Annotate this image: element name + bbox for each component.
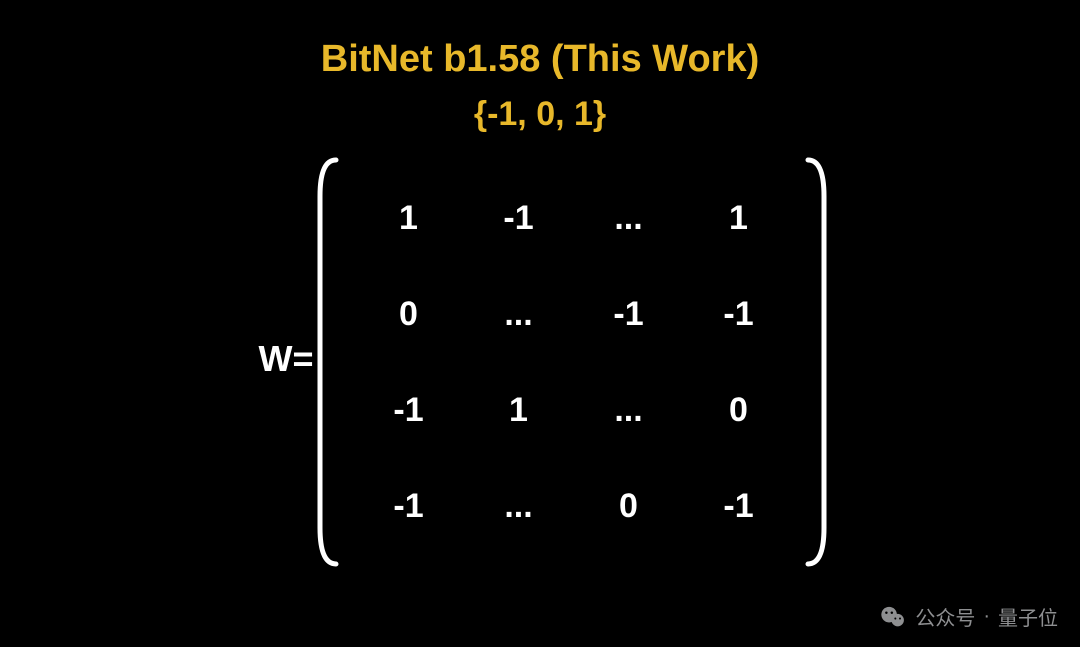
matrix-cell: -1 xyxy=(354,362,464,458)
watermark: 公众号 · 量子位 xyxy=(879,602,1058,631)
matrix-cell: 0 xyxy=(684,362,794,458)
matrix-grid: 1 -1 ... 1 0 ... -1 -1 -1 1 ... 0 -1 ...… xyxy=(322,156,822,568)
matrix-cell: ... xyxy=(464,458,574,554)
left-bracket-icon xyxy=(314,156,340,568)
slide-title: BitNet b1.58 (This Work) xyxy=(321,38,759,81)
matrix-equation: W= 1 -1 ... 1 0 ... -1 -1 -1 1 ... 0 -1 xyxy=(258,156,821,568)
matrix-cell: ... xyxy=(574,170,684,266)
matrix-cell: -1 xyxy=(684,266,794,362)
matrix-container: 1 -1 ... 1 0 ... -1 -1 -1 1 ... 0 -1 ...… xyxy=(322,156,822,568)
matrix-cell: -1 xyxy=(354,458,464,554)
matrix-variable-label: W= xyxy=(258,338,313,380)
watermark-name: 量子位 xyxy=(998,602,1058,631)
matrix-cell: -1 xyxy=(574,266,684,362)
right-bracket-icon xyxy=(804,156,830,568)
matrix-cell: ... xyxy=(574,362,684,458)
wechat-icon xyxy=(879,603,907,631)
matrix-cell: -1 xyxy=(464,170,574,266)
matrix-cell: 0 xyxy=(354,266,464,362)
watermark-prefix: 公众号 xyxy=(915,602,975,631)
matrix-cell: -1 xyxy=(684,458,794,554)
matrix-cell: 1 xyxy=(464,362,574,458)
slide-subtitle: {-1, 0, 1} xyxy=(474,95,606,134)
matrix-cell: 1 xyxy=(684,170,794,266)
matrix-cell: ... xyxy=(464,266,574,362)
matrix-cell: 1 xyxy=(354,170,464,266)
slide-content: BitNet b1.58 (This Work) {-1, 0, 1} W= 1… xyxy=(0,0,1080,568)
matrix-cell: 0 xyxy=(574,458,684,554)
watermark-sep: · xyxy=(983,605,990,628)
